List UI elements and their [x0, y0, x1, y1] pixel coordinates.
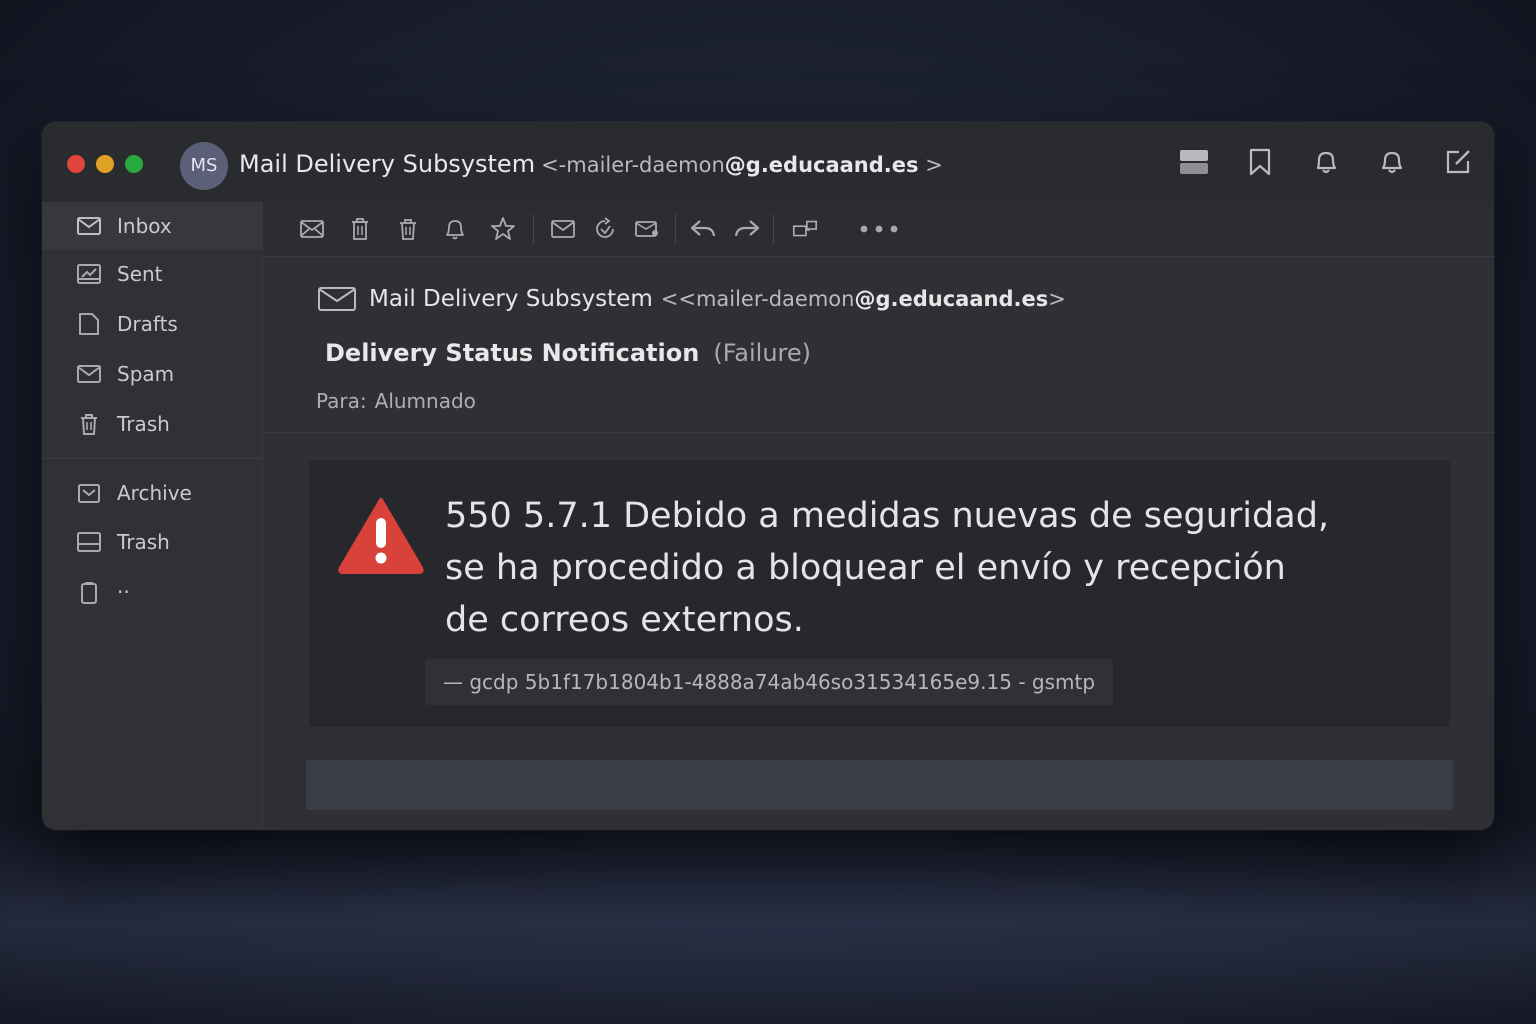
error-notice: 550 5.7.1 Debido a medidas nuevas de seg… — [309, 460, 1450, 727]
subject-status: (Failure) — [713, 339, 812, 367]
drafts-icon — [76, 312, 102, 336]
toolbar-separator — [773, 214, 774, 244]
toolbar-separator — [533, 214, 534, 244]
to-value[interactable]: Alumnado — [375, 389, 476, 413]
title-addr-prefix: <-mailer-daemon — [541, 153, 725, 177]
reply-bar[interactable] — [306, 760, 1453, 810]
mail-window: MS Mail Delivery Subsystem <-mailer-daemo… — [42, 122, 1494, 830]
error-line: de correos externos. — [445, 600, 804, 640]
archive-icon — [76, 481, 102, 505]
message-header: Mail Delivery Subsystem <<mailer-daemon@… — [263, 257, 1494, 433]
tag-icon[interactable] — [633, 215, 661, 243]
title-addr-suffix: > — [918, 153, 943, 177]
sender-addr-suffix: > — [1048, 287, 1066, 311]
envelope-icon[interactable] — [549, 215, 577, 243]
title-sender-name: Mail Delivery Subsystem — [239, 150, 536, 178]
inbox-icon — [76, 214, 102, 238]
sidebar-item-spam[interactable]: Spam — [42, 350, 262, 398]
move-icon[interactable] — [791, 215, 819, 243]
message-toolbar — [263, 202, 1494, 257]
toolbar-separator — [675, 214, 676, 244]
from-line[interactable]: Mail Delivery Subsystem <<mailer-daemon@… — [317, 281, 1066, 317]
sidebar-item-label: ·· — [117, 580, 130, 604]
subject-text: Delivery Status Notification — [325, 339, 700, 367]
background-texture — [0, 820, 1536, 1024]
error-line: se ha procedido a bloquear el envío y re… — [445, 548, 1286, 588]
layout-icon[interactable] — [1178, 146, 1210, 178]
minimize-window-button[interactable] — [96, 155, 114, 173]
bookmark-icon[interactable] — [1244, 146, 1276, 178]
reply-icon[interactable] — [689, 215, 717, 243]
trash-icon — [76, 412, 102, 436]
sidebar-item-trash[interactable]: Trash — [42, 400, 262, 448]
bell-icon[interactable] — [441, 215, 469, 243]
more-icon[interactable] — [857, 215, 901, 243]
sender-address: <<mailer-daemon@g.educaand.es> — [661, 287, 1066, 311]
star-icon[interactable] — [489, 215, 517, 243]
sent-icon — [76, 262, 102, 286]
refresh-icon[interactable] — [591, 215, 619, 243]
clipboard-icon — [76, 580, 102, 604]
close-window-button[interactable] — [67, 155, 85, 173]
compose-icon[interactable] — [1442, 146, 1474, 178]
delete-icon[interactable] — [346, 215, 374, 243]
window-title: Mail Delivery Subsystem <-mailer-daemon@g… — [239, 146, 943, 182]
sidebar-item-label: Sent — [117, 262, 163, 286]
sidebar-item-more[interactable]: ·· — [42, 568, 262, 616]
recipient-line: Para: Alumnado — [316, 389, 476, 413]
sidebar-item-trash-2[interactable]: Trash — [42, 518, 262, 566]
notification-icon[interactable] — [1376, 146, 1408, 178]
sidebar-item-label: Spam — [117, 362, 175, 386]
to-label: Para: — [316, 389, 367, 413]
sidebar-item-sent[interactable]: Sent — [42, 250, 262, 298]
error-message: 550 5.7.1 Debido a medidas nuevas de seg… — [445, 490, 1405, 646]
title-bar: MS Mail Delivery Subsystem <-mailer-daemo… — [42, 122, 1494, 203]
sidebar: Inbox Sent Drafts Spam Trash Archive Tra… — [42, 202, 263, 830]
sidebar-divider — [42, 458, 262, 459]
sender-addr-domain: @g.educaand.es — [854, 287, 1049, 311]
forward-icon[interactable] — [733, 215, 761, 243]
sender-name: Mail Delivery Subsystem — [369, 286, 653, 312]
error-line: 550 5.7.1 Debido a medidas nuevas de seg… — [445, 496, 1330, 536]
spam-icon — [76, 362, 102, 386]
sidebar-item-label: Trash — [117, 530, 170, 554]
sidebar-item-label: Inbox — [117, 214, 172, 238]
sidebar-item-label: Archive — [117, 481, 192, 505]
avatar: MS — [180, 142, 228, 190]
title-addr-domain: @g.educaand.es — [724, 153, 919, 177]
trash-tray-icon — [76, 530, 102, 554]
sidebar-item-label: Trash — [117, 412, 170, 436]
trash-icon[interactable] — [394, 215, 422, 243]
message-subject: Delivery Status Notification (Failure) — [325, 339, 811, 367]
envelope-icon — [317, 286, 357, 312]
title-sender-address: <-mailer-daemon@g.educaand.es > — [541, 153, 943, 177]
bell-icon[interactable] — [1310, 146, 1342, 178]
maximize-window-button[interactable] — [125, 155, 143, 173]
sidebar-item-inbox[interactable]: Inbox — [42, 202, 262, 250]
sidebar-item-label: Drafts — [117, 312, 178, 336]
message-pane: Mail Delivery Subsystem <<mailer-daemon@… — [263, 202, 1494, 830]
top-icon-bar — [1178, 146, 1474, 178]
sidebar-item-drafts[interactable]: Drafts — [42, 300, 262, 348]
warning-icon — [337, 496, 425, 576]
sidebar-item-archive[interactable]: Archive — [42, 469, 262, 517]
sender-addr-prefix: <<mailer-daemon — [660, 287, 855, 311]
error-code: — gcdp 5b1f17b1804b1-4888a74ab46so315341… — [425, 659, 1114, 705]
mail-icon[interactable] — [298, 215, 326, 243]
